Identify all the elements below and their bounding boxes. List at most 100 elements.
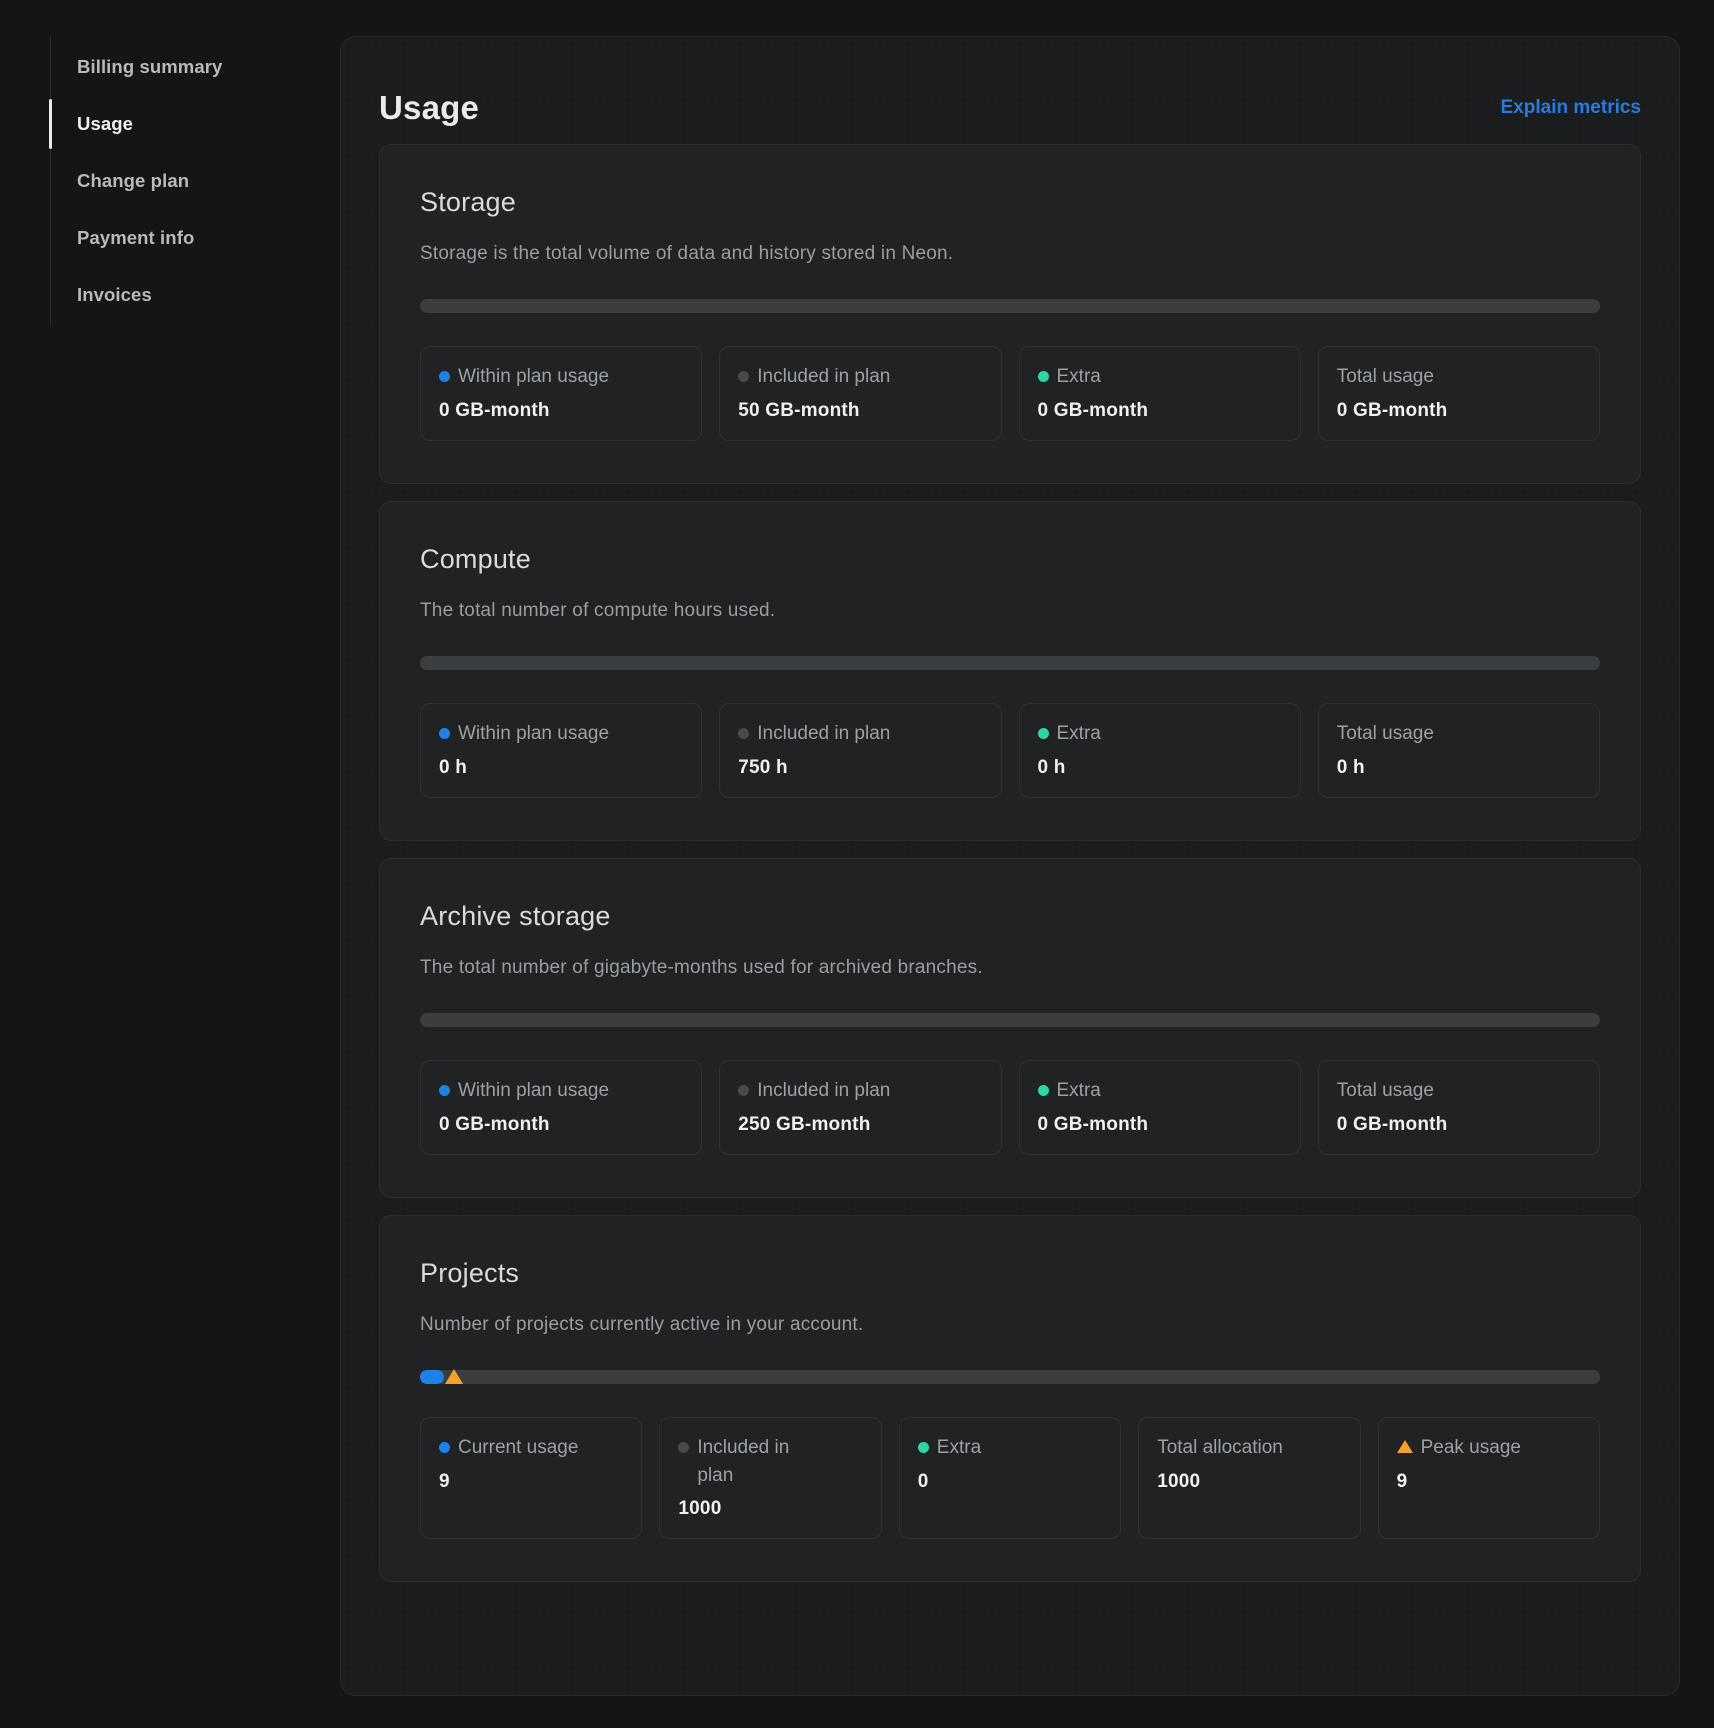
stat-label: Total allocation xyxy=(1157,1434,1341,1462)
stat-label: Total usage xyxy=(1337,720,1581,748)
archive-progress-bar xyxy=(420,1013,1600,1027)
stat-label: Extra xyxy=(1038,720,1282,748)
sidebar-item-label: Invoices xyxy=(77,284,152,306)
legend-dot-icon xyxy=(738,1085,749,1096)
stat-card: Total usage 0 h xyxy=(1318,703,1600,798)
sidebar-item-label: Usage xyxy=(77,113,133,135)
card-title: Storage xyxy=(420,187,1600,218)
stat-card: Included in plan 750 h xyxy=(719,703,1001,798)
card-description: Storage is the total volume of data and … xyxy=(420,243,1600,265)
stat-value: 0 GB-month xyxy=(1337,400,1581,422)
legend-dot-icon xyxy=(439,1085,450,1096)
usage-panel: Usage Explain metrics Storage Storage is… xyxy=(340,36,1680,1696)
stat-card: Included in plan 1000 xyxy=(659,1417,881,1539)
stat-value: 0 GB-month xyxy=(1038,1114,1282,1136)
stats-grid: Within plan usage 0 GB-month Included in… xyxy=(420,346,1600,441)
stat-value: 1000 xyxy=(678,1498,862,1520)
usage-card-compute: Compute The total number of compute hour… xyxy=(379,501,1641,841)
stat-label: Total usage xyxy=(1337,1077,1581,1105)
progress-fill xyxy=(420,1370,444,1384)
stat-card: Extra 0 h xyxy=(1019,703,1301,798)
stats-grid: Current usage 9 Included in plan 1000 Ex… xyxy=(420,1417,1600,1539)
storage-progress-bar xyxy=(420,299,1600,313)
legend-dot-icon xyxy=(918,1442,929,1453)
card-title: Compute xyxy=(420,544,1600,575)
stat-label: Total usage xyxy=(1337,363,1581,391)
sidebar-item-change-plan[interactable]: Change plan xyxy=(51,152,300,209)
stat-value: 0 GB-month xyxy=(1337,1114,1581,1136)
page-title: Usage xyxy=(379,89,479,127)
stat-value: 0 h xyxy=(439,757,683,779)
legend-dot-icon xyxy=(439,371,450,382)
stat-label: Included in plan xyxy=(738,720,982,748)
stat-card: Within plan usage 0 h xyxy=(420,703,702,798)
stats-grid: Within plan usage 0 h Included in plan 7… xyxy=(420,703,1600,798)
peak-triangle-icon xyxy=(1397,1440,1413,1453)
sidebar-item-invoices[interactable]: Invoices xyxy=(51,266,300,323)
stat-card: Included in plan 50 GB-month xyxy=(719,346,1001,441)
legend-dot-icon xyxy=(1038,371,1049,382)
stat-card: Peak usage 9 xyxy=(1378,1417,1600,1539)
stat-label: Included in plan xyxy=(738,1077,982,1105)
stat-label: Within plan usage xyxy=(439,1077,683,1105)
stat-value: 0 GB-month xyxy=(439,400,683,422)
legend-dot-icon xyxy=(678,1442,689,1453)
usage-card-archive-storage: Archive storage The total number of giga… xyxy=(379,858,1641,1198)
sidebar-item-payment-info[interactable]: Payment info xyxy=(51,209,300,266)
stat-card: Total usage 0 GB-month xyxy=(1318,346,1600,441)
stat-card: Current usage 9 xyxy=(420,1417,642,1539)
stat-card: Extra 0 GB-month xyxy=(1019,346,1301,441)
sidebar-item-usage[interactable]: Usage xyxy=(51,95,300,152)
card-description: The total number of gigabyte-months used… xyxy=(420,957,1600,979)
stat-value: 0 xyxy=(918,1471,1102,1493)
stat-value: 750 h xyxy=(738,757,982,779)
sidebar-item-label: Payment info xyxy=(77,227,194,249)
stat-label: Extra xyxy=(1038,1077,1282,1105)
stat-value: 250 GB-month xyxy=(738,1114,982,1136)
stat-card: Within plan usage 0 GB-month xyxy=(420,1060,702,1155)
legend-dot-icon xyxy=(1038,728,1049,739)
stat-card: Within plan usage 0 GB-month xyxy=(420,346,702,441)
sidebar-item-label: Change plan xyxy=(77,170,189,192)
card-title: Archive storage xyxy=(420,901,1600,932)
card-description: The total number of compute hours used. xyxy=(420,600,1600,622)
stat-value: 50 GB-month xyxy=(738,400,982,422)
stat-value: 1000 xyxy=(1157,1471,1341,1493)
explain-metrics-link[interactable]: Explain metrics xyxy=(1501,97,1641,119)
stat-label: Peak usage xyxy=(1397,1434,1581,1462)
stat-card: Total allocation 1000 xyxy=(1138,1417,1360,1539)
stat-card: Extra 0 GB-month xyxy=(1019,1060,1301,1155)
stat-value: 0 GB-month xyxy=(1038,400,1282,422)
legend-dot-icon xyxy=(738,728,749,739)
billing-nav: Billing summary Usage Change plan Paymen… xyxy=(50,36,300,325)
stat-label: Extra xyxy=(1038,363,1282,391)
projects-progress-bar xyxy=(420,1370,1600,1384)
legend-dot-icon xyxy=(439,1442,450,1453)
stat-value: 9 xyxy=(1397,1471,1581,1493)
stat-value: 0 h xyxy=(1038,757,1282,779)
stat-label: Current usage xyxy=(439,1434,623,1462)
stat-label: Within plan usage xyxy=(439,720,683,748)
stat-label: Included in plan xyxy=(738,363,982,391)
sidebar-item-label: Billing summary xyxy=(77,56,222,78)
legend-dot-icon xyxy=(439,728,450,739)
compute-progress-bar xyxy=(420,656,1600,670)
stat-value: 0 GB-month xyxy=(439,1114,683,1136)
peak-marker-icon xyxy=(445,1369,463,1384)
stat-label: Extra xyxy=(918,1434,1102,1462)
stat-label: Within plan usage xyxy=(439,363,683,391)
sidebar-item-billing-summary[interactable]: Billing summary xyxy=(51,38,300,95)
stat-card: Extra 0 xyxy=(899,1417,1121,1539)
stat-card: Total usage 0 GB-month xyxy=(1318,1060,1600,1155)
card-description: Number of projects currently active in y… xyxy=(420,1314,1600,1336)
usage-header: Usage Explain metrics xyxy=(379,37,1641,127)
legend-dot-icon xyxy=(738,371,749,382)
card-title: Projects xyxy=(420,1258,1600,1289)
billing-sidebar: Billing summary Usage Change plan Paymen… xyxy=(50,36,300,325)
stat-label: Included in plan xyxy=(678,1434,862,1489)
legend-dot-icon xyxy=(1038,1085,1049,1096)
stat-card: Included in plan 250 GB-month xyxy=(719,1060,1001,1155)
stat-value: 0 h xyxy=(1337,757,1581,779)
stat-value: 9 xyxy=(439,1471,623,1493)
stats-grid: Within plan usage 0 GB-month Included in… xyxy=(420,1060,1600,1155)
